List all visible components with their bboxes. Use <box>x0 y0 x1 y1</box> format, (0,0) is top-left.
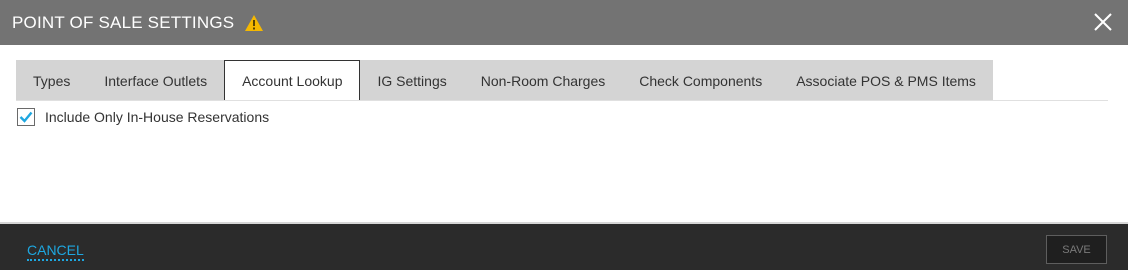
tab-non-room-charges[interactable]: Non-Room Charges <box>464 60 623 101</box>
dialog-footer: CANCEL SAVE <box>0 222 1128 270</box>
tab-divider <box>16 100 1108 101</box>
dialog-title: POINT OF SALE SETTINGS <box>12 12 235 32</box>
include-in-house-checkbox[interactable] <box>17 108 35 126</box>
tab-check-components[interactable]: Check Components <box>622 60 779 101</box>
include-in-house-label: Include Only In-House Reservations <box>45 109 270 125</box>
checkmark-icon <box>19 111 33 123</box>
cancel-button[interactable]: CANCEL <box>27 242 84 261</box>
pos-settings-dialog: POINT OF SALE SETTINGS Types Interface O… <box>0 0 1128 270</box>
dialog-header: POINT OF SALE SETTINGS <box>0 0 1128 45</box>
include-in-house-option: Include Only In-House Reservations <box>17 108 269 126</box>
tab-ig-settings[interactable]: IG Settings <box>360 60 463 101</box>
tab-interface-outlets[interactable]: Interface Outlets <box>87 60 224 101</box>
warning-icon <box>244 14 264 32</box>
close-icon[interactable] <box>1092 11 1114 33</box>
tab-types[interactable]: Types <box>16 60 87 101</box>
tab-account-lookup[interactable]: Account Lookup <box>224 60 361 101</box>
save-button[interactable]: SAVE <box>1046 235 1107 264</box>
settings-tabs: Types Interface Outlets Account Lookup I… <box>16 60 993 101</box>
tab-associate-pos-pms-items[interactable]: Associate POS & PMS Items <box>779 60 993 101</box>
